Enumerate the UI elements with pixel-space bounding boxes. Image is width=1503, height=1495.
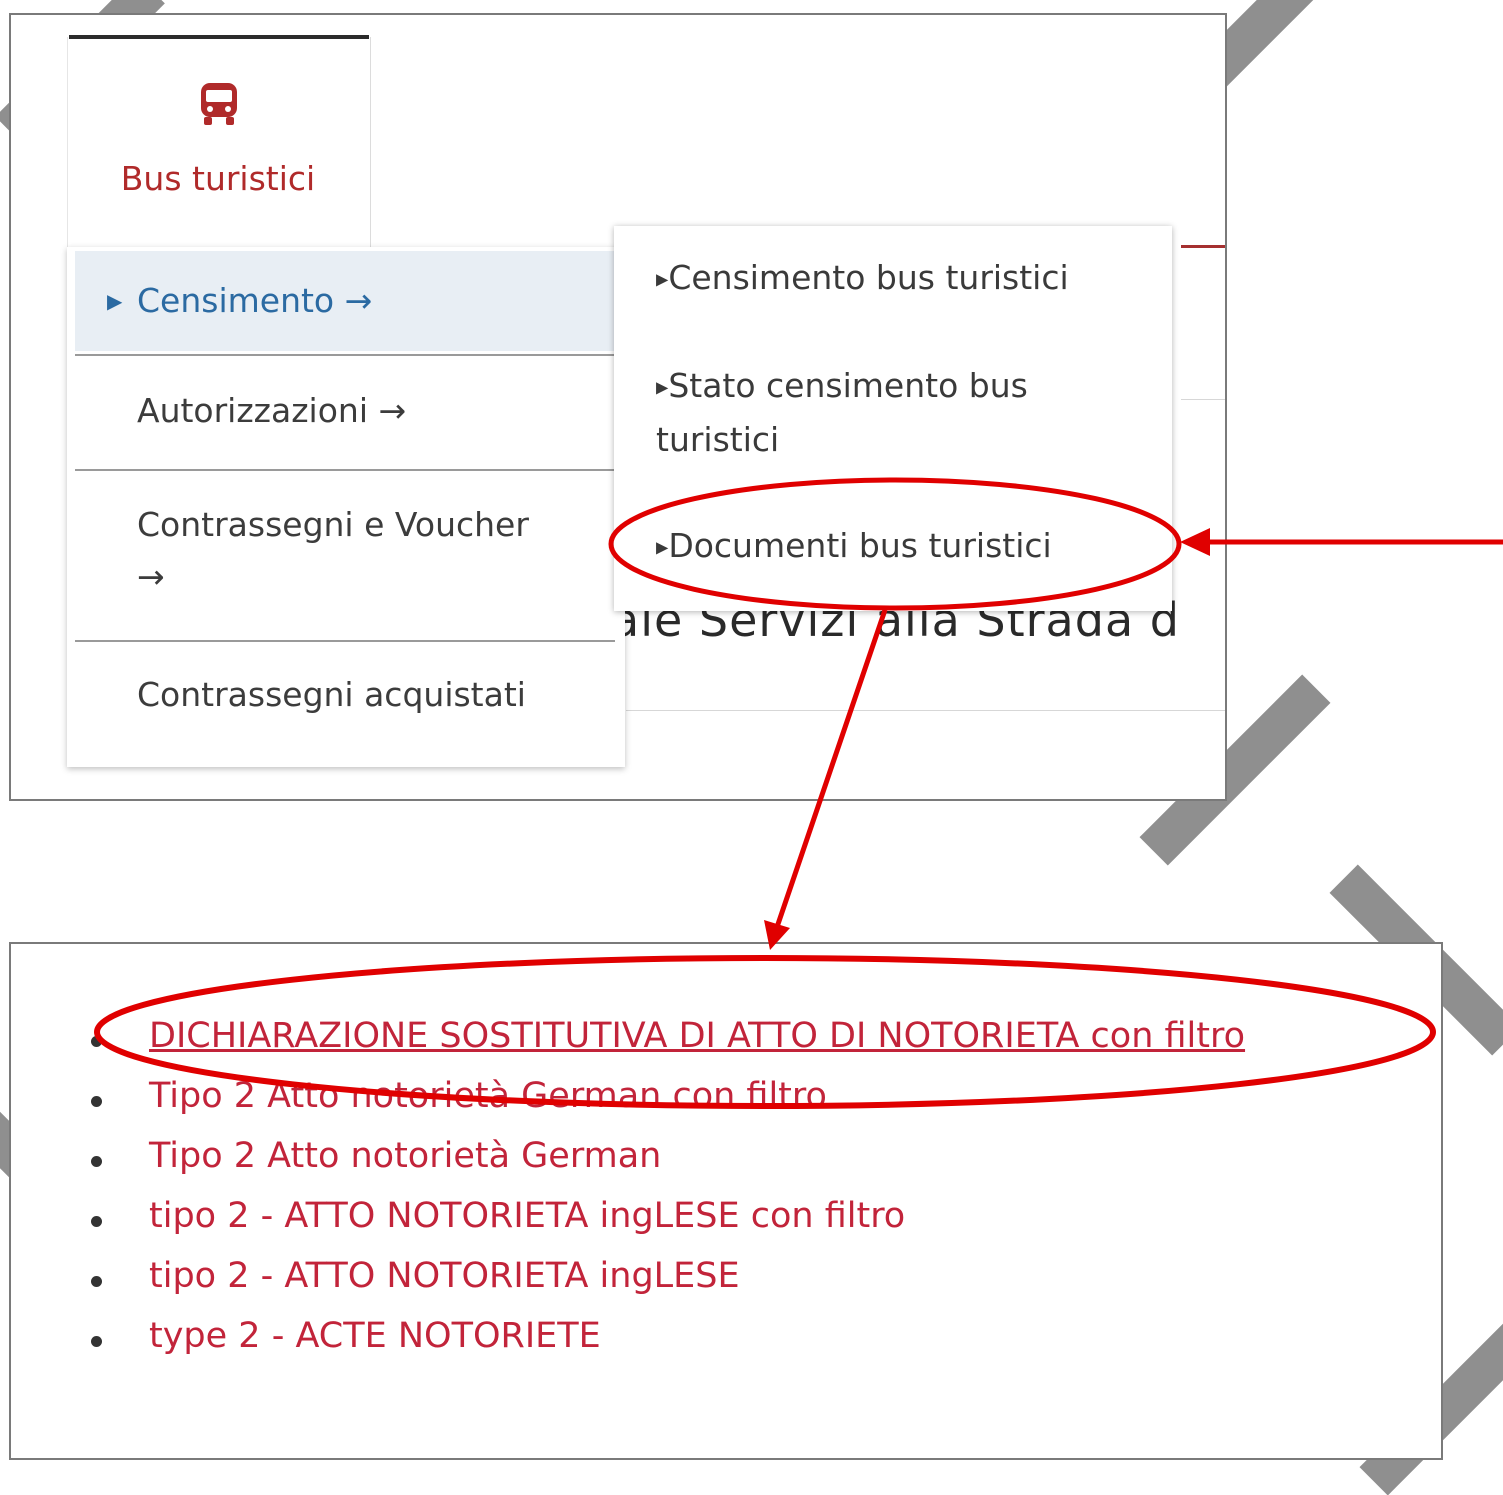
pointer-arrowhead-icon [1180,528,1210,556]
connector-arrow-line [773,609,888,931]
highlight-ellipse-submenu [608,477,1182,611]
annotation-overlay [94,477,1503,1109]
highlight-ellipse-document [94,955,1436,1109]
connector-arrowhead-icon [764,920,790,950]
